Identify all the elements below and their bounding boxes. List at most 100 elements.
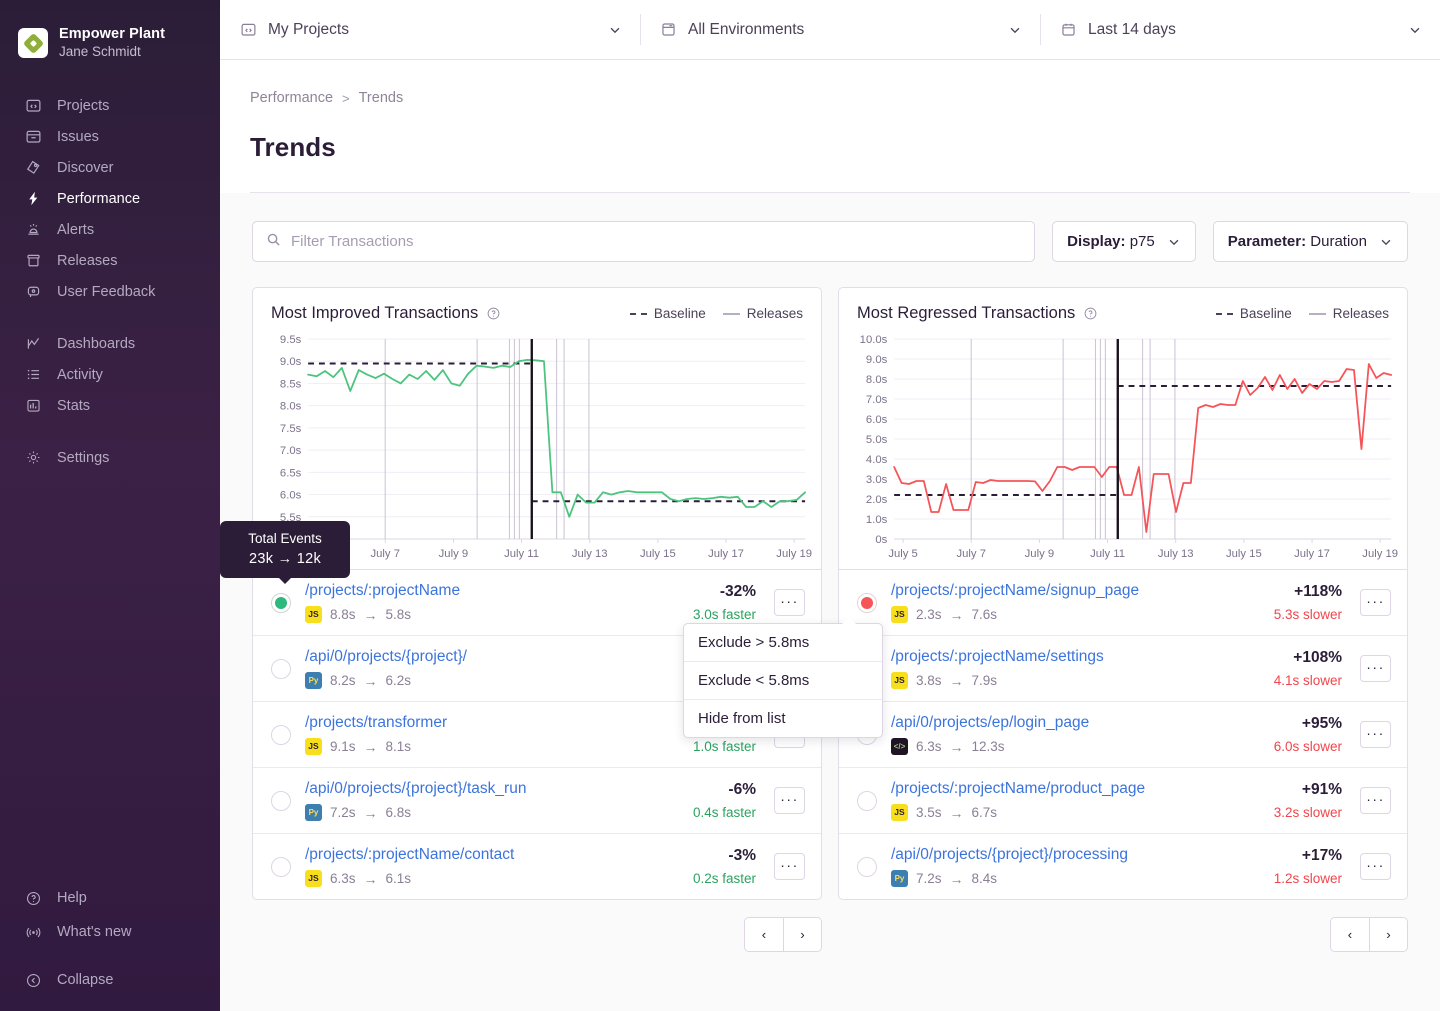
legend-label: Releases [1333,306,1389,321]
tooltip-title: Total Events [232,531,338,546]
menu-item-exclude-less[interactable]: Exclude < 5.8ms [684,662,882,700]
row-menu-button[interactable]: ··· [1360,721,1391,748]
change-percent: -32% [693,583,756,601]
display-selector[interactable]: Display: p75 [1052,221,1196,262]
row-menu-button[interactable]: ··· [774,853,805,880]
transaction-radio[interactable] [857,593,877,613]
search-input[interactable] [291,233,1021,250]
chevron-down-icon [608,23,622,37]
row-menu-button[interactable]: ··· [1360,589,1391,616]
filter-transactions-field[interactable] [252,221,1035,262]
most-improved-panel: Most Improved Transactions Baseline Rele… [252,287,822,900]
sidebar-item-stats[interactable]: Stats [0,390,220,421]
table-row[interactable]: /api/0/projects/{project}/task_run Py 7.… [253,768,821,834]
transaction-radio[interactable] [271,659,291,679]
svg-text:July 11: July 11 [504,548,539,560]
prev-page-button[interactable]: ‹ [745,918,783,951]
transaction-name[interactable]: /projects/:projectName/product_page [891,780,1260,798]
sidebar-item-projects[interactable]: Projects [0,90,220,121]
legend-label: Baseline [1240,306,1292,321]
user-feedback-icon [24,282,43,301]
sidebar-item-issues[interactable]: Issues [0,121,220,152]
change-percent: -3% [693,847,756,865]
sidebar-item-user-feedback[interactable]: User Feedback [0,276,220,307]
duration-after: 5.8s [386,607,412,622]
transaction-name[interactable]: /api/0/projects/{project}/task_run [305,780,679,798]
transaction-name[interactable]: /projects/transformer [305,714,679,732]
row-menu-button[interactable]: ··· [774,787,805,814]
transaction-name[interactable]: /projects/:projectName/settings [891,648,1260,666]
transaction-radio[interactable] [857,857,877,877]
svg-text:July 13: July 13 [1158,548,1194,560]
row-menu-button[interactable]: ··· [1360,787,1391,814]
table-row[interactable]: /projects/:projectName/signup_page JS 2.… [839,570,1407,636]
legend-releases: Releases [1309,306,1389,321]
prev-page-button[interactable]: ‹ [1331,918,1369,951]
next-page-button[interactable]: › [1369,918,1407,951]
sidebar-item-settings[interactable]: Settings [0,442,220,473]
table-row[interactable]: /api/0/projects/ep/login_page </> 6.3s →… [839,702,1407,768]
row-menu-button[interactable]: ··· [1360,853,1391,880]
breadcrumb-trends[interactable]: Trends [359,90,404,106]
environment-selector[interactable]: All Environments [640,0,1040,59]
menu-item-hide-from-list[interactable]: Hide from list [684,700,882,737]
alerts-icon [24,220,43,239]
transaction-stats: Py 7.2s → 6.8s [305,804,679,821]
svg-text:8.5s: 8.5s [280,378,302,390]
row-menu-button[interactable]: ··· [774,589,805,616]
table-row[interactable]: /api/0/projects/{project}/processing Py … [839,834,1407,899]
change-percent: +91% [1274,781,1342,799]
transaction-radio[interactable] [271,725,291,745]
sidebar-item-performance[interactable]: Performance [0,183,220,214]
arrow-right-icon: → [364,805,378,821]
transaction-name[interactable]: /projects/:projectName/contact [305,846,679,864]
duration-before: 3.8s [916,673,942,688]
sidebar-item-releases[interactable]: Releases [0,245,220,276]
legend-label: Releases [747,306,803,321]
transaction-radio[interactable] [271,593,291,613]
sidebar-item-help[interactable]: Help [0,881,220,915]
duration-before: 7.2s [330,805,356,820]
sidebar-item-alerts[interactable]: Alerts [0,214,220,245]
transaction-radio[interactable] [271,857,291,877]
table-row[interactable]: /projects/:projectName/product_page JS 3… [839,768,1407,834]
transaction-stats: JS 6.3s → 6.1s [305,870,679,887]
org-header[interactable]: Empower Plant Jane Schmidt [0,14,220,68]
change-delta: 5.3s slower [1274,607,1342,622]
sidebar-item-label: Stats [57,398,90,414]
transaction-name[interactable]: /api/0/projects/{project}/processing [891,846,1260,864]
transaction-name[interactable]: /api/0/projects/ep/login_page [891,714,1260,732]
transaction-name[interactable]: /projects/:projectName/signup_page [891,582,1260,600]
sidebar-item-activity[interactable]: Activity [0,359,220,390]
project-selector[interactable]: My Projects [220,0,640,59]
duration-before: 3.5s [916,805,942,820]
menu-item-exclude-greater[interactable]: Exclude > 5.8ms [684,624,882,662]
sidebar-item-label: What's new [57,924,132,940]
breadcrumb-performance[interactable]: Performance [250,90,333,106]
parameter-selector[interactable]: Parameter: Duration [1213,221,1408,262]
legend-label: Baseline [654,306,706,321]
app-root: Empower Plant Jane Schmidt Projects Issu… [0,0,1440,1011]
question-circle-icon[interactable] [486,306,501,321]
duration-before: 7.2s [916,871,942,886]
next-page-button[interactable]: › [783,918,821,951]
table-row[interactable]: /projects/:projectName/settings JS 3.8s … [839,636,1407,702]
transaction-radio[interactable] [271,791,291,811]
sidebar-item-whats-new[interactable]: What's new [0,915,220,949]
sidebar-item-dashboards[interactable]: Dashboards [0,328,220,359]
chevron-down-icon [1008,23,1022,37]
date-range-selector[interactable]: Last 14 days [1040,0,1440,59]
question-circle-icon[interactable] [1083,306,1098,321]
transaction-radio[interactable] [857,791,877,811]
transaction-name[interactable]: /api/0/projects/{project}/ [305,648,679,666]
sidebar-item-collapse[interactable]: Collapse [0,963,220,997]
transaction-name[interactable]: /projects/:projectName [305,582,679,600]
arrow-right-icon: → [364,871,378,887]
panel-header: Most Regressed Transactions Baseline Rel… [839,288,1407,329]
panel-header: Most Improved Transactions Baseline Rele… [253,288,821,329]
sidebar-item-discover[interactable]: Discover [0,152,220,183]
duration-after: 12.3s [972,739,1005,754]
table-row[interactable]: /projects/:projectName/contact JS 6.3s →… [253,834,821,899]
row-menu-button[interactable]: ··· [1360,655,1391,682]
body-area: Display: p75 Parameter: Duration Most Im… [220,193,1440,1011]
